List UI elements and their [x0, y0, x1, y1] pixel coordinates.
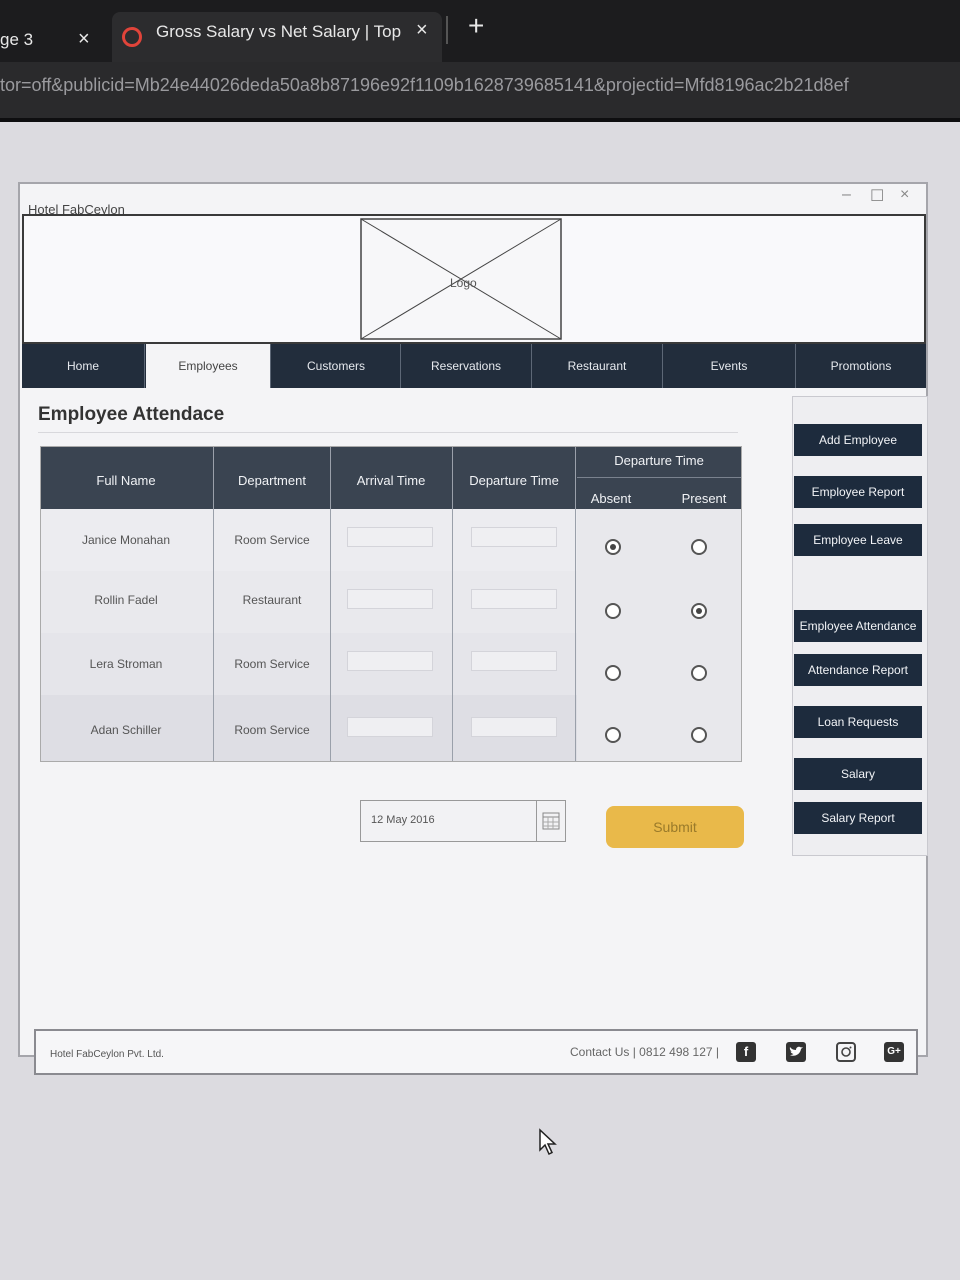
- present-radio[interactable]: [691, 539, 707, 555]
- tab-favicon-icon: [122, 27, 142, 47]
- arrival-time-input[interactable]: [347, 651, 433, 671]
- nav-events[interactable]: Events: [663, 344, 796, 388]
- date-value: 12 May 2016: [371, 814, 435, 826]
- present-radio[interactable]: [691, 665, 707, 681]
- previous-tab-close-icon[interactable]: ×: [78, 28, 90, 51]
- absent-radio[interactable]: [605, 603, 621, 619]
- google-plus-icon[interactable]: G+: [884, 1042, 904, 1062]
- departure-time-input[interactable]: [471, 527, 557, 547]
- cell-department: Restaurant: [242, 593, 302, 607]
- cell-department: Room Service: [234, 657, 310, 671]
- date-picker[interactable]: 12 May 2016: [360, 800, 566, 842]
- departure-time-input[interactable]: [471, 717, 557, 737]
- app-window: Hotel FabCeylon – ☐ × Logo Home Employee…: [18, 182, 928, 1075]
- nav-restaurant[interactable]: Restaurant: [532, 344, 663, 388]
- instagram-icon[interactable]: [836, 1042, 856, 1062]
- close-icon[interactable]: ×: [900, 186, 909, 204]
- viewport-edge: [0, 118, 960, 122]
- column-divider: [330, 447, 331, 761]
- arrival-time-input[interactable]: [347, 717, 433, 737]
- cell-full-name: Lera Stroman: [89, 657, 163, 671]
- header-group-departure: Departure Time: [614, 453, 704, 468]
- cell-full-name: Janice Monahan: [81, 533, 171, 547]
- footer-contact: Contact Us | 0812 498 127 |: [570, 1045, 719, 1059]
- header-absent: Absent: [590, 491, 632, 506]
- nav-promotions[interactable]: Promotions: [796, 344, 926, 388]
- previous-tab-label[interactable]: ge 3: [0, 30, 33, 50]
- cell-full-name: Adan Schiller: [90, 723, 162, 737]
- present-radio[interactable]: [691, 603, 707, 619]
- cell-department: Room Service: [234, 533, 310, 547]
- twitter-icon[interactable]: [786, 1042, 806, 1062]
- nav-employees[interactable]: Employees: [146, 344, 271, 388]
- sidebar-salary-report[interactable]: Salary Report: [794, 802, 922, 834]
- nav-customers[interactable]: Customers: [272, 344, 401, 388]
- sidebar-add-employee[interactable]: Add Employee: [794, 424, 922, 456]
- header-present: Present: [681, 491, 727, 506]
- tab-divider: [446, 16, 448, 44]
- header-full-name: Full Name: [96, 473, 156, 488]
- title-divider: [38, 432, 738, 433]
- departure-time-input[interactable]: [471, 651, 557, 671]
- arrival-time-input[interactable]: [347, 589, 433, 609]
- departure-time-input[interactable]: [471, 589, 557, 609]
- active-tab-title[interactable]: Gross Salary vs Net Salary | Top: [156, 22, 401, 42]
- footer-brand: Hotel FabCeylon Pvt. Ltd.: [50, 1049, 164, 1060]
- logo-label: Logo: [450, 276, 477, 290]
- page-title: Employee Attendace: [38, 404, 225, 425]
- absent-radio[interactable]: [605, 665, 621, 681]
- sidebar-attendance-report[interactable]: Attendance Report: [794, 654, 922, 686]
- header-arrival-time: Arrival Time: [356, 473, 426, 488]
- mouse-cursor-icon: [539, 1128, 557, 1156]
- minimize-icon[interactable]: –: [842, 186, 851, 204]
- column-divider: [575, 447, 576, 761]
- sidebar-salary[interactable]: Salary: [794, 758, 922, 790]
- sidebar-employee-attendance[interactable]: Employee Attendance: [794, 610, 922, 642]
- column-divider: [213, 447, 214, 761]
- header-divider: [577, 477, 741, 478]
- header-department: Department: [238, 473, 306, 488]
- nav-reservations[interactable]: Reservations: [401, 344, 532, 388]
- attendance-table: Full Name Department Arrival Time Depart…: [40, 446, 742, 762]
- absent-radio[interactable]: [605, 539, 621, 555]
- column-divider: [452, 447, 453, 761]
- new-tab-icon[interactable]: +: [468, 10, 484, 42]
- footer: Hotel FabCeylon Pvt. Ltd. Contact Us | 0…: [34, 1029, 918, 1075]
- calendar-icon[interactable]: [536, 801, 565, 841]
- cell-full-name: Rollin Fadel: [94, 593, 158, 607]
- sidebar-employee-report[interactable]: Employee Report: [794, 476, 922, 508]
- header-departure-time: Departure Time: [469, 473, 559, 488]
- maximize-icon[interactable]: ☐: [870, 186, 884, 206]
- sidebar-employee-leave[interactable]: Employee Leave: [794, 524, 922, 556]
- submit-button[interactable]: Submit: [606, 806, 744, 848]
- sidebar-loan-requests[interactable]: Loan Requests: [794, 706, 922, 738]
- table-header: Full Name Department Arrival Time Depart…: [41, 447, 741, 509]
- main-nav: Home Employees Customers Reservations Re…: [22, 344, 926, 388]
- active-tab-close-icon[interactable]: ×: [416, 19, 428, 42]
- arrival-time-input[interactable]: [347, 527, 433, 547]
- cell-department: Room Service: [234, 723, 310, 737]
- facebook-icon[interactable]: f: [736, 1042, 756, 1062]
- nav-home[interactable]: Home: [22, 344, 145, 388]
- absent-radio[interactable]: [605, 727, 621, 743]
- address-bar-url[interactable]: tor=off&publicid=Mb24e44026deda50a8b8719…: [0, 75, 960, 96]
- present-radio[interactable]: [691, 727, 707, 743]
